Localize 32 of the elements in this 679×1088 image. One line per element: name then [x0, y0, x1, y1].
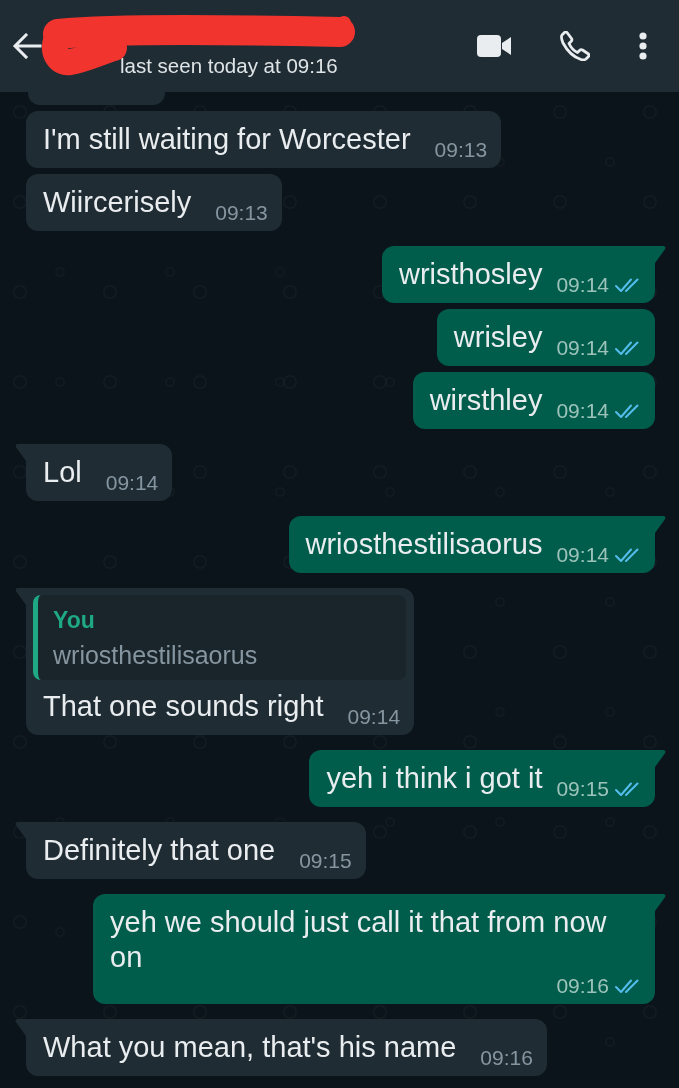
- message-text: Lol: [43, 455, 82, 490]
- message-time: 09:14: [556, 337, 609, 359]
- message-time: 09:16: [480, 1047, 533, 1069]
- quote-text: wriosthestilisaorus: [53, 640, 259, 671]
- message-text: That one sounds right: [43, 689, 324, 724]
- message-text: wriosthestilisaorus: [305, 527, 543, 562]
- message-time: 09:14: [556, 274, 609, 296]
- message-text: What you mean, that's his name: [43, 1030, 457, 1065]
- message-text: Definitely that one: [43, 833, 276, 868]
- message-text: I'm still waiting for Worcester: [43, 122, 411, 157]
- message-text: wirsthley: [429, 383, 543, 418]
- message-time: 09:16: [556, 975, 609, 997]
- quote-author: You: [53, 606, 96, 635]
- message-time: 09:13: [434, 139, 488, 161]
- phone-call-icon[interactable]: [560, 31, 590, 61]
- message-text: yeh we should just call it that from now on: [110, 905, 608, 975]
- message-text: yeh i think i got it: [326, 761, 543, 796]
- message-text: wrisley: [453, 320, 543, 355]
- message-time: 09:15: [299, 850, 352, 872]
- message-time: 09:14: [105, 472, 159, 494]
- message-time: 09:14: [556, 400, 609, 422]
- message-time: 09:15: [556, 778, 609, 800]
- message-time: 09:14: [347, 706, 401, 728]
- message-text: wristhosley: [399, 257, 543, 292]
- message-text: Wiircerisely: [43, 185, 192, 220]
- message-time: 09:14: [556, 544, 609, 566]
- more-options-icon[interactable]: [639, 32, 647, 60]
- last-seen-status: last seen today at 09:16: [120, 54, 338, 78]
- message-time: 09:13: [215, 202, 268, 224]
- video-call-icon[interactable]: [477, 35, 511, 57]
- quoted-message[interactable]: You wriosthestilisaorus: [33, 595, 407, 680]
- back-arrow-icon[interactable]: [12, 33, 42, 59]
